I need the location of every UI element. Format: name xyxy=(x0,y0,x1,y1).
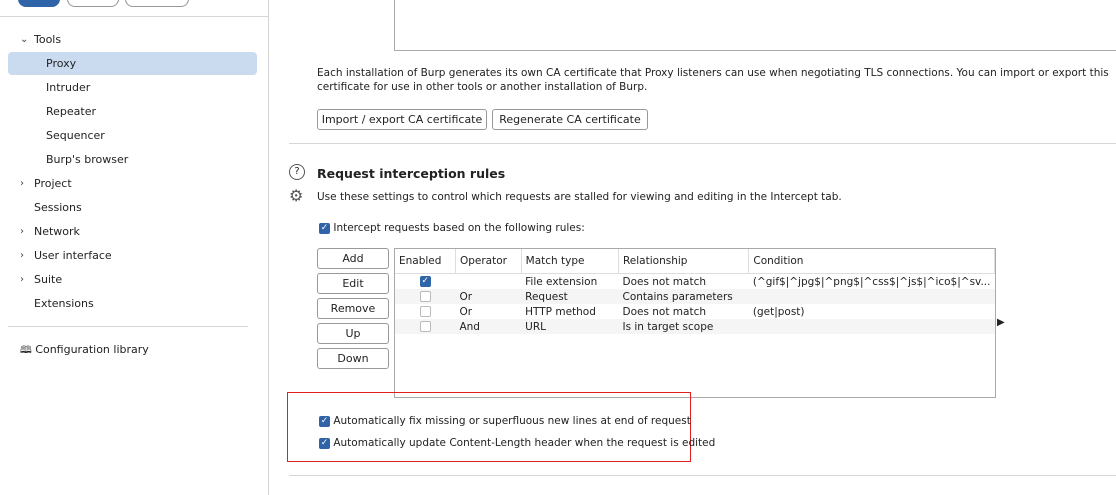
column-header[interactable]: Relationship xyxy=(618,249,750,274)
help-icon[interactable]: ? xyxy=(289,164,305,180)
top-button[interactable] xyxy=(67,0,119,7)
column-header[interactable]: Match type xyxy=(521,249,619,274)
add-button[interactable]: Add xyxy=(317,248,389,269)
chevron-right-icon[interactable]: › xyxy=(20,244,24,267)
sidebar-item-label: Project xyxy=(34,177,72,190)
gear-icon[interactable]: ⚙ xyxy=(289,186,303,205)
checkbox-checked-icon: ✓ xyxy=(319,437,330,449)
top-button[interactable] xyxy=(125,0,189,7)
rules-table: Enabled Operator Match type Relationship Con… xyxy=(394,248,996,398)
edit-button[interactable]: Edit xyxy=(317,273,389,294)
divider xyxy=(289,475,1116,476)
enabled-checkbox[interactable] xyxy=(419,306,431,317)
sidebar: ⌄ Tools Proxy Intruder Repeater Sequencer Burp… xyxy=(0,0,269,495)
cell-match: URL xyxy=(521,319,619,334)
cell-rel: Is in target scope xyxy=(618,319,749,334)
sidebar-item-label: Intruder xyxy=(46,81,91,94)
cell-operator: Or xyxy=(455,289,522,304)
column-header[interactable]: Enabled xyxy=(395,249,456,274)
column-header[interactable]: Condition xyxy=(748,249,995,274)
sidebar-item-user-interface[interactable]: › User interface xyxy=(8,244,257,267)
config-library-link[interactable]: 🕮 Configuration library xyxy=(20,343,149,360)
main-panel: Each installation of Burp generates its … xyxy=(269,0,1116,495)
table-row[interactable]: ✓ File extension Does not match (^gif$|^jpg… xyxy=(395,274,995,290)
sidebar-item-label: Network xyxy=(34,225,80,238)
section-description: Use these settings to control which requ… xyxy=(317,191,842,203)
highlight-box xyxy=(287,392,691,462)
divider xyxy=(0,16,268,17)
remove-button[interactable]: Remove xyxy=(317,298,389,319)
sidebar-item-proxy[interactable]: Proxy xyxy=(8,52,257,75)
cell-cond xyxy=(748,319,995,334)
table-row[interactable]: Or HTTP method Does not match (get|post) xyxy=(395,304,995,319)
sidebar-item-label: Sessions xyxy=(34,201,82,214)
sidebar-item-suite[interactable]: › Suite xyxy=(8,268,257,291)
cell-match: Request xyxy=(521,289,619,304)
cell-cond xyxy=(748,289,995,304)
sidebar-item-label: Repeater xyxy=(46,105,97,118)
sidebar-item-network[interactable]: › Network xyxy=(8,220,257,243)
sidebar-item-tools[interactable]: ⌄ Tools xyxy=(8,28,257,51)
update-content-length-checkbox[interactable]: ✓ Automatically update Content-Length he… xyxy=(319,437,715,449)
enabled-checkbox[interactable] xyxy=(419,291,431,302)
regenerate-ca-button[interactable]: Regenerate CA certificate xyxy=(492,109,648,130)
book-icon: 🕮 xyxy=(20,345,32,356)
scroll-right-arrow-icon[interactable]: ▶ xyxy=(997,317,1005,328)
sidebar-item-intruder[interactable]: Intruder xyxy=(8,76,257,99)
chevron-right-icon[interactable]: › xyxy=(20,172,24,195)
enabled-checkbox[interactable] xyxy=(419,321,431,332)
sidebar-item-burp-s-browser[interactable]: Burp's browser xyxy=(8,148,257,171)
section-title: Request interception rules xyxy=(317,166,506,181)
ca-cert-box xyxy=(394,0,1116,51)
intercept-checkbox[interactable]: ✓ Intercept requests based on the follow… xyxy=(319,222,585,234)
import-export-ca-button[interactable]: Import / export CA certificate xyxy=(317,109,487,130)
sidebar-item-label: Sequencer xyxy=(46,129,105,142)
table-row[interactable]: Or Request Contains parameters xyxy=(395,289,995,304)
cell-rel: Contains parameters xyxy=(618,289,749,304)
cell-match: HTTP method xyxy=(525,305,596,318)
sidebar-item-label: Extensions xyxy=(34,297,94,310)
sidebar-item-sessions[interactable]: Sessions xyxy=(8,196,257,219)
cell-operator xyxy=(455,274,521,290)
column-header[interactable]: Operator xyxy=(455,249,522,274)
cell-cond: (^gif$|^jpg$|^png$|^css$|^js$|^ico$|^sv.… xyxy=(752,275,991,288)
table-row[interactable]: And URL Is in target scope xyxy=(395,319,995,334)
sidebar-item-label: Suite xyxy=(34,273,63,286)
cell-cond: (get|post) xyxy=(752,305,805,318)
sidebar-item-label: Burp's browser xyxy=(46,153,129,166)
sidebar-item-label: User interface xyxy=(34,249,112,262)
down-button[interactable]: Down xyxy=(317,348,389,369)
cell-rel: Does not match xyxy=(622,305,707,318)
chevron-down-icon[interactable]: ⌄ xyxy=(20,28,28,51)
top-primary-button[interactable] xyxy=(18,0,60,7)
cell-match: File extension xyxy=(525,275,598,288)
sidebar-item-extensions[interactable]: Extensions xyxy=(8,292,257,315)
up-button[interactable]: Up xyxy=(317,323,389,344)
sidebar-item-repeater[interactable]: Repeater xyxy=(8,100,257,123)
fix-newlines-checkbox[interactable]: ✓ Automatically fix missing or superfluo… xyxy=(319,415,691,427)
checkbox-checked-icon: ✓ xyxy=(319,415,330,427)
divider xyxy=(289,143,1116,144)
sidebar-item-label: Proxy xyxy=(46,57,77,70)
sidebar-item-label: Tools xyxy=(34,33,62,46)
chevron-right-icon[interactable]: › xyxy=(20,220,24,243)
cell-operator: Or xyxy=(459,305,473,318)
ca-description: Each installation of Burp generates its … xyxy=(317,67,1109,93)
checkbox-checked-icon: ✓ xyxy=(319,222,330,234)
cell-rel: Does not match xyxy=(622,275,707,288)
enabled-checkbox[interactable]: ✓ xyxy=(419,276,431,287)
sidebar-item-sequencer[interactable]: Sequencer xyxy=(8,124,257,147)
chevron-right-icon[interactable]: › xyxy=(20,268,24,291)
cell-operator: And xyxy=(455,319,522,334)
divider xyxy=(8,326,248,327)
sidebar-item-project[interactable]: › Project xyxy=(8,172,257,195)
